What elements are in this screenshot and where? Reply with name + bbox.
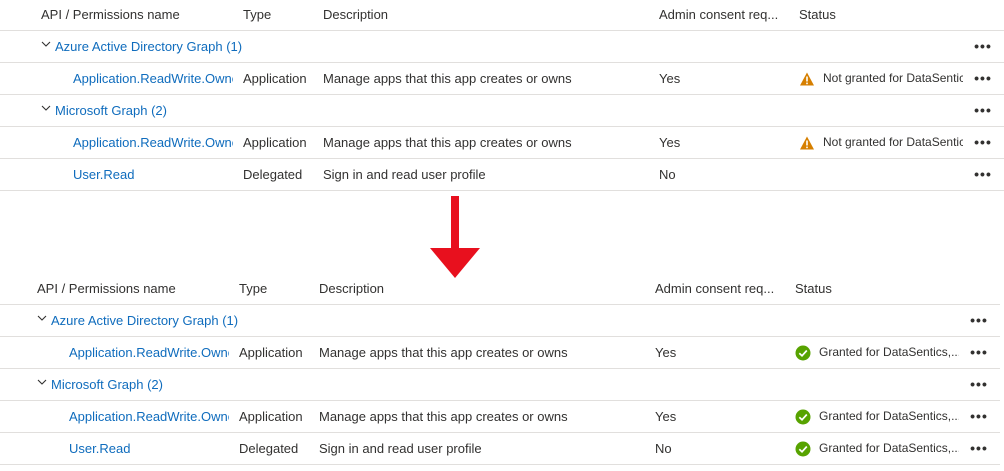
group-name[interactable]: Microsoft Graph (2) xyxy=(55,95,167,126)
header-admin-consent[interactable]: Admin consent req... xyxy=(659,0,789,30)
permission-description: Sign in and read user profile xyxy=(323,167,486,182)
permission-type: Delegated xyxy=(239,441,299,456)
more-actions-icon[interactable]: ••• xyxy=(972,63,994,94)
status-cell: Not granted for DataSentics xyxy=(799,63,964,94)
group-header[interactable]: Microsoft Graph (2) xyxy=(37,369,163,400)
admin-consent-value: Yes xyxy=(655,409,677,424)
warning-icon xyxy=(800,136,814,149)
permission-name-link[interactable]: User.Read xyxy=(69,433,229,464)
status-text: Granted for DataSentics,... xyxy=(819,345,959,359)
chevron-down-icon[interactable] xyxy=(37,377,47,387)
more-actions-icon[interactable]: ••• xyxy=(968,401,990,432)
header-description[interactable]: Description xyxy=(319,274,649,304)
group-name[interactable]: Microsoft Graph (2) xyxy=(51,369,163,400)
table-row: User.Read Delegated Sign in and read use… xyxy=(0,159,1004,191)
status-text: Granted for DataSentics,... xyxy=(819,441,959,455)
permission-type: Application xyxy=(243,71,307,86)
permission-type: Application xyxy=(239,345,303,360)
group-header[interactable]: Azure Active Directory Graph (1) xyxy=(41,31,242,62)
table-row: User.Read Delegated Sign in and read use… xyxy=(0,433,1000,465)
more-actions-icon[interactable]: ••• xyxy=(968,337,990,368)
header-status[interactable]: Status xyxy=(795,274,960,304)
status-cell: Not granted for DataSentics xyxy=(799,127,964,158)
header-type[interactable]: Type xyxy=(239,274,314,304)
header-status[interactable]: Status xyxy=(799,0,964,30)
permission-type: Application xyxy=(243,135,307,150)
admin-consent-value: Yes xyxy=(655,345,677,360)
status-text: Granted for DataSentics,... xyxy=(819,409,959,423)
table-row: Application.ReadWrite.OwnedBy Applicatio… xyxy=(0,63,1004,95)
group-row[interactable]: Azure Active Directory Graph (1) ••• xyxy=(0,31,1004,63)
header-description[interactable]: Description xyxy=(323,0,653,30)
permission-type: Application xyxy=(239,409,303,424)
chevron-down-icon[interactable] xyxy=(41,103,51,113)
table-row: Application.ReadWrite.OwnedBy Applicatio… xyxy=(0,401,1000,433)
header-name[interactable]: API / Permissions name xyxy=(41,0,231,30)
permission-description: Manage apps that this app creates or own… xyxy=(323,71,572,86)
permission-name-link[interactable]: Application.ReadWrite.OwnedBy xyxy=(73,63,233,94)
table-header: API / Permissions name Type Description … xyxy=(0,274,1000,305)
group-row[interactable]: Azure Active Directory Graph (1) ••• xyxy=(0,305,1000,337)
group-header[interactable]: Microsoft Graph (2) xyxy=(41,95,167,126)
permission-name-link[interactable]: User.Read xyxy=(73,159,233,190)
status-cell: Granted for DataSentics,... xyxy=(795,337,960,368)
permission-description: Manage apps that this app creates or own… xyxy=(323,135,572,150)
status-text: Not granted for DataSentics xyxy=(823,135,963,149)
permissions-table-before: API / Permissions name Type Description … xyxy=(0,0,1004,191)
group-header[interactable]: Azure Active Directory Graph (1) xyxy=(37,305,238,336)
more-actions-icon[interactable]: ••• xyxy=(972,95,994,126)
header-type[interactable]: Type xyxy=(243,0,318,30)
checkmark-circle-icon xyxy=(795,441,811,456)
more-actions-icon[interactable]: ••• xyxy=(972,31,994,62)
arrow-down-icon xyxy=(430,196,480,278)
checkmark-circle-icon xyxy=(795,345,811,360)
status-cell: Granted for DataSentics,... xyxy=(795,401,960,432)
more-actions-icon[interactable]: ••• xyxy=(972,127,994,158)
status-text: Not granted for DataSentics xyxy=(823,71,963,85)
permissions-table-after: API / Permissions name Type Description … xyxy=(0,274,1000,465)
permission-name-link[interactable]: Application.ReadWrite.OwnedBy xyxy=(69,337,229,368)
group-name[interactable]: Azure Active Directory Graph (1) xyxy=(55,31,242,62)
group-row[interactable]: Microsoft Graph (2) ••• xyxy=(0,95,1004,127)
permission-description: Manage apps that this app creates or own… xyxy=(319,345,568,360)
admin-consent-value: No xyxy=(655,441,672,456)
more-actions-icon[interactable]: ••• xyxy=(968,433,990,464)
warning-icon xyxy=(800,72,814,85)
admin-consent-value: No xyxy=(659,167,676,182)
header-admin-consent[interactable]: Admin consent req... xyxy=(655,274,785,304)
permission-description: Manage apps that this app creates or own… xyxy=(319,409,568,424)
permission-description: Sign in and read user profile xyxy=(319,441,482,456)
checkmark-circle-icon xyxy=(795,409,811,424)
group-row[interactable]: Microsoft Graph (2) ••• xyxy=(0,369,1000,401)
permission-type: Delegated xyxy=(243,167,303,182)
header-name[interactable]: API / Permissions name xyxy=(37,274,227,304)
chevron-down-icon[interactable] xyxy=(41,39,51,49)
status-cell: Granted for DataSentics,... xyxy=(795,433,960,464)
more-actions-icon[interactable]: ••• xyxy=(968,305,990,336)
group-name[interactable]: Azure Active Directory Graph (1) xyxy=(51,305,238,336)
table-row: Application.ReadWrite.OwnedBy Applicatio… xyxy=(0,127,1004,159)
chevron-down-icon[interactable] xyxy=(37,313,47,323)
table-row: Application.ReadWrite.OwnedBy Applicatio… xyxy=(0,337,1000,369)
table-header: API / Permissions name Type Description … xyxy=(0,0,1004,31)
admin-consent-value: Yes xyxy=(659,135,681,150)
admin-consent-value: Yes xyxy=(659,71,681,86)
more-actions-icon[interactable]: ••• xyxy=(972,159,994,190)
permission-name-link[interactable]: Application.ReadWrite.OwnedBy xyxy=(69,401,229,432)
more-actions-icon[interactable]: ••• xyxy=(968,369,990,400)
permission-name-link[interactable]: Application.ReadWrite.OwnedBy xyxy=(73,127,233,158)
